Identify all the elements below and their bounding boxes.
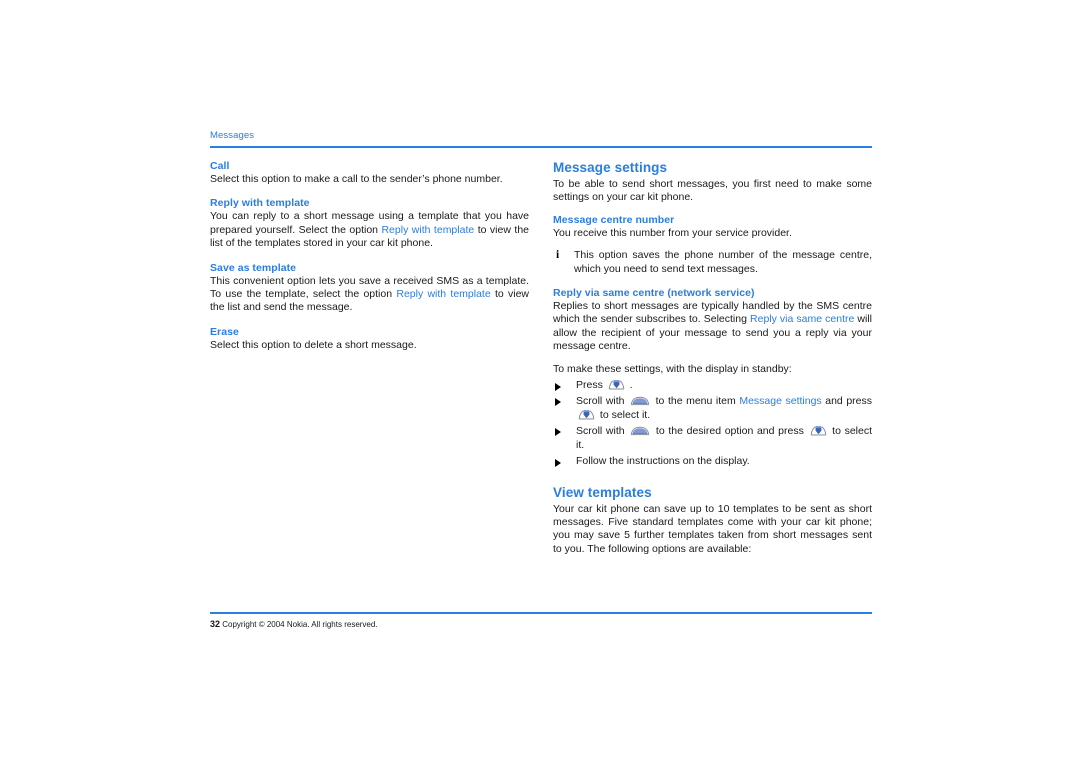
inline-link-reply-via-same-centre: Reply via same centre [750, 313, 855, 326]
inline-link-reply-with-template: Reply with template [381, 223, 475, 236]
section-erase-paragraph: Select this option to delete a short mes… [210, 338, 417, 351]
section-reply-with-template-paragraph: You can reply to a short message using a… [210, 210, 529, 250]
select-key-icon [810, 425, 827, 436]
list-item: Scroll with to the desired option and pr… [553, 424, 872, 453]
running-header: Messages [210, 130, 255, 141]
copyright-text: Copyright © 2004 Nokia. All rights reser… [222, 620, 378, 629]
list-item: Press . [553, 378, 872, 393]
section-message-settings-title: Message settings [553, 160, 668, 175]
right-column: Message settings To be able to send shor… [553, 160, 872, 556]
section-message-settings-intro: To be able to send short messages, you f… [553, 178, 872, 204]
subsection-message-centre-number-paragraph: You receive this number from your servic… [553, 226, 792, 239]
section-save-as-template-paragraph: This convenient option lets you save a r… [210, 274, 530, 314]
triangle-bullet-icon [555, 428, 561, 437]
section-view-templates: View templates Your car kit phone can sa… [553, 485, 872, 557]
section-call: Call Select this option to make a call t… [210, 160, 529, 186]
footer-rule [210, 612, 872, 614]
section-erase-heading: Erase [210, 325, 239, 338]
section-erase: Erase Select this option to delete a sho… [210, 326, 529, 352]
triangle-bullet-icon [555, 458, 561, 467]
steps-list: Press . Scroll with to the menu item Mes… [553, 378, 872, 469]
section-message-settings: Message settings To be able to send shor… [553, 160, 872, 205]
section-save-as-template-heading: Save as template [210, 261, 297, 274]
subsection-message-centre-number-heading: Message centre number [553, 213, 675, 226]
subsection-message-centre-number: Message centre number You receive this n… [553, 214, 872, 240]
header-rule [210, 146, 872, 148]
info-note-text: This option saves the phone number of th… [574, 249, 872, 275]
scroll-key-icon [630, 395, 650, 406]
section-view-templates-title: View templates [553, 484, 652, 500]
select-key-icon [608, 379, 625, 390]
scroll-key-icon [630, 425, 650, 436]
triangle-bullet-icon [555, 382, 561, 391]
select-key-icon [578, 409, 595, 420]
inline-link-message-settings: Message settings [739, 394, 822, 407]
section-view-templates-paragraph: Your car kit phone can save up to 10 tem… [553, 502, 872, 555]
inline-link-reply-with-template: Reply with template [396, 288, 491, 301]
footer: 32 Copyright © 2004 Nokia. All rights re… [210, 619, 378, 629]
list-item: Scroll with to the menu item Message set… [553, 394, 872, 423]
subsection-reply-via-same-centre-heading: Reply via same centre (network service) [553, 287, 755, 300]
section-reply-with-template: Reply with template You can reply to a s… [210, 197, 529, 250]
document-page: Messages Call Select this option to make… [0, 0, 1080, 763]
left-column: Call Select this option to make a call t… [210, 160, 529, 363]
steps-intro: To make these settings, with the display… [553, 362, 792, 375]
info-i-icon: i [556, 249, 560, 262]
subsection-reply-via-same-centre: Reply via same centre (network service) … [553, 287, 872, 354]
section-call-paragraph: Select this option to make a call to the… [210, 173, 503, 185]
section-reply-with-template-heading: Reply with template [210, 197, 310, 210]
page-number: 32 [210, 619, 221, 629]
section-save-as-template: Save as template This convenient option … [210, 262, 529, 315]
list-item: Follow the instructions on the display. [553, 454, 872, 469]
info-note: i This option saves the phone number of … [553, 249, 872, 276]
subsection-reply-via-same-centre-paragraph: Replies to short messages are typically … [553, 300, 872, 353]
triangle-bullet-icon [555, 398, 561, 407]
section-call-heading: Call [210, 160, 230, 172]
